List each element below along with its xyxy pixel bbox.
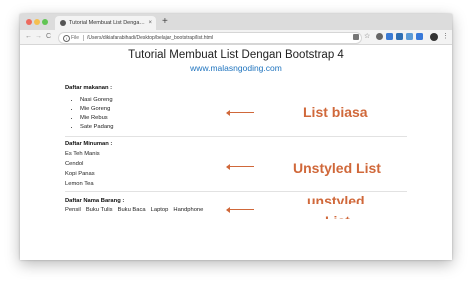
maximize-window-button[interactable] (42, 19, 48, 25)
list-item: Pensil (65, 207, 81, 213)
extension-icon[interactable] (376, 33, 383, 40)
makanan-list: Nasi Goreng Mie Goreng Mie Rebus Sate Pa… (72, 96, 114, 132)
list-item: Kopi Panas (65, 171, 95, 177)
tab-close-icon[interactable]: × (148, 16, 152, 30)
page-title: Tutorial Membuat List Dengan Bootstrap 4 (128, 49, 344, 61)
list-item: Sate Padang (80, 123, 114, 132)
annotation-arrow (226, 109, 254, 116)
reload-icon[interactable]: C (46, 30, 51, 44)
address-separator (83, 35, 84, 41)
address-scheme-label: File (71, 35, 80, 41)
list-item: Es Teh Manis (65, 151, 100, 157)
annotation-unstyled-cut-top: unstyled (307, 193, 365, 204)
list-item: Buku Tulis (85, 207, 113, 213)
info-icon[interactable]: i (63, 35, 70, 42)
extension-icon[interactable] (396, 33, 403, 40)
close-window-button[interactable] (26, 19, 32, 25)
section-divider (65, 136, 407, 137)
annotation-unstyled-list: Unstyled List (293, 160, 381, 176)
forward-arrow-icon[interactable]: → (35, 30, 42, 44)
annotation-arrow (226, 206, 254, 213)
browser-window: Tutorial Membuat List Dengan Bootstrap 4… (20, 14, 452, 260)
makanan-heading: Daftar makanan : (65, 85, 113, 91)
annotation-list-biasa: List biasa (303, 104, 368, 120)
annotation-unstyled-cut-bottom: List (325, 213, 350, 219)
list-item: Mie Goreng (80, 105, 114, 114)
globe-icon (60, 20, 66, 26)
address-bar[interactable]: i File /Users/dikiafarabihadi/Desktop/be… (58, 32, 362, 44)
back-arrow-icon[interactable]: ← (25, 30, 32, 44)
extension-icon[interactable] (386, 33, 393, 40)
translate-icon[interactable] (353, 34, 359, 40)
list-item: Buku Baca (117, 207, 146, 213)
extension-icon[interactable] (406, 33, 413, 40)
minuman-heading: Daftar Minuman : (65, 141, 113, 147)
more-menu-icon[interactable]: ⋮ (442, 30, 449, 44)
list-item: Nasi Goreng (80, 96, 114, 105)
address-url[interactable]: /Users/dikiafarabihadi/Desktop/belajar_b… (87, 33, 213, 43)
list-item: Cendol (65, 161, 84, 167)
browser-tab[interactable]: Tutorial Membuat List Dengan Bootstrap 4… (55, 16, 156, 30)
annotation-arrow (226, 163, 254, 170)
page-content: Tutorial Membuat List Dengan Bootstrap 4… (20, 45, 452, 260)
tab-title: Tutorial Membuat List Dengan Bootstrap 4 (69, 20, 145, 26)
list-item: Mie Rebus (80, 114, 114, 123)
list-item: Lemon Tea (65, 181, 94, 187)
extension-icon[interactable] (416, 33, 423, 40)
list-item: Handphone (173, 207, 204, 213)
barang-list: Pensil Buku Tulis Buku Baca Laptop Handp… (65, 207, 207, 213)
site-link[interactable]: www.malasngoding.com (20, 63, 452, 73)
tab-bar: Tutorial Membuat List Dengan Bootstrap 4… (20, 14, 452, 30)
list-item: Laptop (150, 207, 169, 213)
profile-avatar[interactable] (430, 33, 438, 41)
minimize-window-button[interactable] (34, 19, 40, 25)
minuman-list: Es Teh Manis Cendol Kopi Panas Lemon Tea (65, 149, 100, 189)
browser-toolbar: ← → C i File /Users/dikiafarabihadi/Desk… (20, 30, 452, 45)
barang-heading: Daftar Nama Barang : (65, 198, 125, 204)
section-divider (65, 191, 407, 192)
new-tab-button[interactable]: + (162, 15, 168, 29)
bookmark-star-icon[interactable]: ☆ (364, 30, 370, 44)
